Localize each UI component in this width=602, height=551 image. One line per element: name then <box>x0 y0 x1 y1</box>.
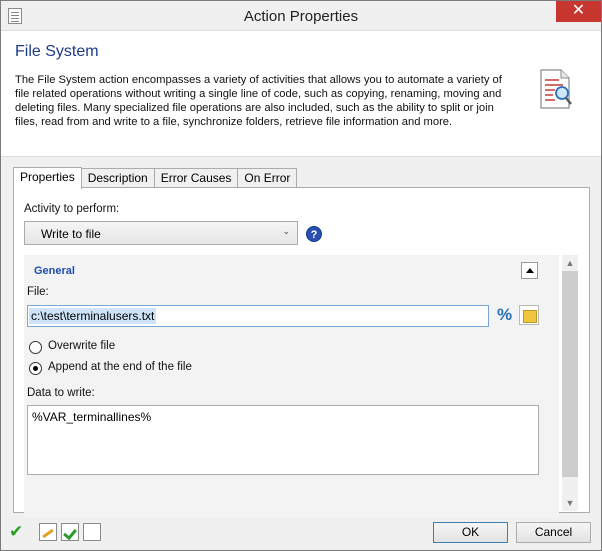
file-path-input[interactable]: c:\test\terminalusers.txt <box>27 305 489 327</box>
append-label: Append at the end of the file <box>48 361 192 373</box>
scroll-up-icon[interactable]: ▲ <box>562 255 578 271</box>
action-properties-window: Action Properties ✕ File System The File… <box>0 0 602 551</box>
header: File System The File System action encom… <box>1 32 601 156</box>
file-label: File: <box>27 286 49 298</box>
data-to-write-value: %VAR_terminallines% <box>32 410 152 424</box>
ok-button[interactable]: OK <box>433 522 508 543</box>
overwrite-label: Overwrite file <box>48 340 116 352</box>
action-title: File System <box>15 43 99 60</box>
cancel-button[interactable]: Cancel <box>516 522 591 543</box>
vertical-scrollbar[interactable]: ▲ ▼ <box>562 255 578 511</box>
help-icon[interactable]: ? <box>306 226 322 242</box>
blank-page-icon[interactable] <box>83 523 101 541</box>
data-to-write-label: Data to write: <box>27 387 95 399</box>
append-radio[interactable] <box>29 362 42 375</box>
title-bar: Action Properties ✕ <box>1 1 601 31</box>
activity-dropdown-value: Write to file <box>41 227 101 241</box>
percent-icon[interactable]: % <box>497 305 515 325</box>
body: Properties Description Error Causes On E… <box>1 156 601 527</box>
file-path-value: c:\test\terminalusers.txt <box>29 308 157 324</box>
window-title: Action Properties <box>243 8 359 25</box>
activity-dropdown[interactable]: Write to file ⌄ <box>24 221 298 245</box>
tab-error-causes[interactable]: Error Causes <box>153 168 239 188</box>
edit-icon[interactable] <box>39 523 57 541</box>
scroll-down-icon[interactable]: ▼ <box>562 495 578 511</box>
general-group: General File: c:\test\terminalusers.txt … <box>24 255 559 527</box>
tab-properties[interactable]: Properties <box>13 167 82 189</box>
general-group-title: General <box>34 265 75 277</box>
file-search-icon <box>540 69 572 109</box>
close-button[interactable]: ✕ <box>556 1 601 22</box>
data-to-write-textarea[interactable]: %VAR_terminallines% <box>27 405 539 475</box>
action-description: The File System action encompasses a var… <box>15 74 502 128</box>
collapse-button[interactable] <box>521 262 538 279</box>
chevron-down-icon: ⌄ <box>282 226 290 236</box>
overwrite-radio[interactable] <box>29 341 42 354</box>
folder-icon[interactable] <box>519 305 539 325</box>
activity-label: Activity to perform: <box>24 203 120 215</box>
checkmark-icon[interactable]: ✔ <box>9 523 27 541</box>
validate-icon[interactable] <box>61 523 79 541</box>
tab-on-error[interactable]: On Error <box>237 168 298 188</box>
tab-strip: Properties Description Error Causes On E… <box>13 167 298 189</box>
scroll-thumb[interactable] <box>562 271 578 477</box>
properties-panel: Activity to perform: Write to file ⌄ ? G… <box>13 187 590 527</box>
tab-description[interactable]: Description <box>80 168 155 188</box>
footer: ✔ OK Cancel <box>1 518 601 550</box>
